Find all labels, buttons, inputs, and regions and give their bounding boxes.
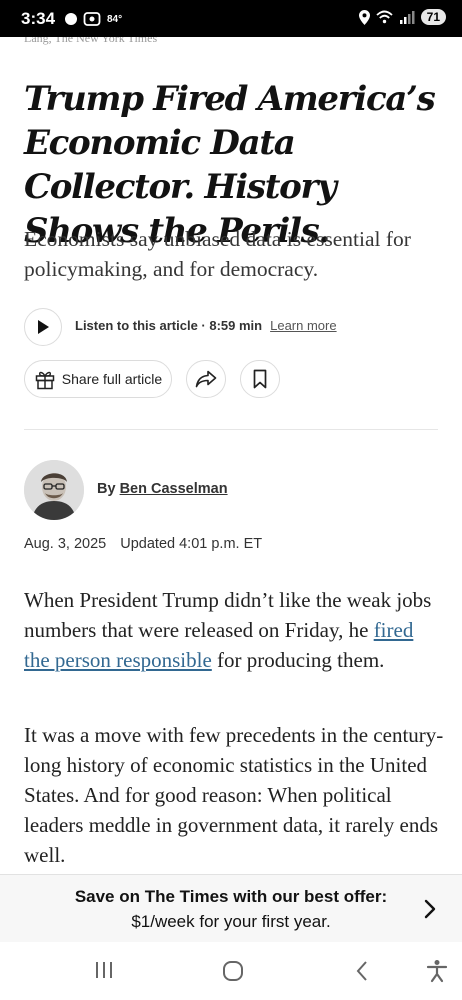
status-time: 3:34: [21, 9, 56, 28]
play-audio-button[interactable]: [24, 308, 62, 346]
system-navigation-bar: [0, 942, 462, 1000]
location-icon: [358, 9, 370, 25]
article-paragraph-1: When President Trump didn’t like the wea…: [24, 585, 444, 675]
listen-row: Listen to this article · 8:59 min Learn …: [75, 318, 337, 333]
home-icon[interactable]: [222, 960, 244, 982]
article-paragraph-2: It was a move with few precedents in the…: [24, 723, 444, 867]
bookmark-icon: [253, 369, 267, 389]
status-bar: 3:34 84° 71: [0, 0, 462, 37]
status-notification-icons: 84°: [63, 11, 122, 27]
author-name-link[interactable]: Ben Casselman: [120, 481, 228, 497]
wifi-icon: [376, 10, 393, 24]
offer-price: $1/week for your first year.: [131, 912, 331, 931]
save-bookmark-button[interactable]: [240, 360, 280, 398]
notification-dot-icon: [65, 13, 77, 25]
author-avatar[interactable]: [24, 460, 84, 520]
byline-prefix: By: [97, 481, 116, 497]
share-full-article-button[interactable]: Share full article: [24, 360, 172, 398]
updated-time: Updated 4:01 p.m. ET: [120, 536, 263, 552]
status-system-icons: 71: [358, 9, 446, 25]
subscription-offer-banner[interactable]: Save on The Times with our best offer: $…: [0, 874, 462, 943]
learn-more-link[interactable]: Learn more: [270, 318, 336, 333]
paragraph-1-text-after: for producing them.: [211, 648, 385, 672]
article-summary: Economists say unbiased data is essentia…: [24, 227, 411, 281]
section-divider: [24, 429, 438, 430]
recents-icon[interactable]: [94, 960, 114, 980]
back-icon[interactable]: [355, 960, 369, 982]
accessibility-icon[interactable]: [426, 959, 448, 983]
publish-date: Aug. 3, 2025: [24, 536, 107, 552]
battery-indicator: 71: [420, 9, 446, 25]
article-dates: Aug. 3, 2025 Updated 4:01 p.m. ET: [24, 536, 262, 552]
share-full-article-label: Share full article: [61, 371, 163, 387]
chevron-right-icon[interactable]: [424, 899, 436, 919]
byline: By Ben Casselman: [97, 481, 228, 497]
share-button[interactable]: [186, 360, 226, 398]
listen-label: Listen to this article · 8:59 min: [75, 318, 263, 333]
offer-headline: Save on The Times with our best offer:: [74, 887, 388, 906]
paragraph-1-text-before: When President Trump didn’t like the wea…: [24, 588, 432, 642]
play-icon: [38, 320, 49, 334]
screen-record-icon: [83, 12, 101, 26]
share-arrow-icon: [195, 370, 217, 388]
author-portrait-image: [24, 460, 84, 520]
status-temperature: 84°: [107, 13, 123, 25]
gift-icon: [35, 371, 55, 390]
signal-icon: [399, 11, 415, 24]
